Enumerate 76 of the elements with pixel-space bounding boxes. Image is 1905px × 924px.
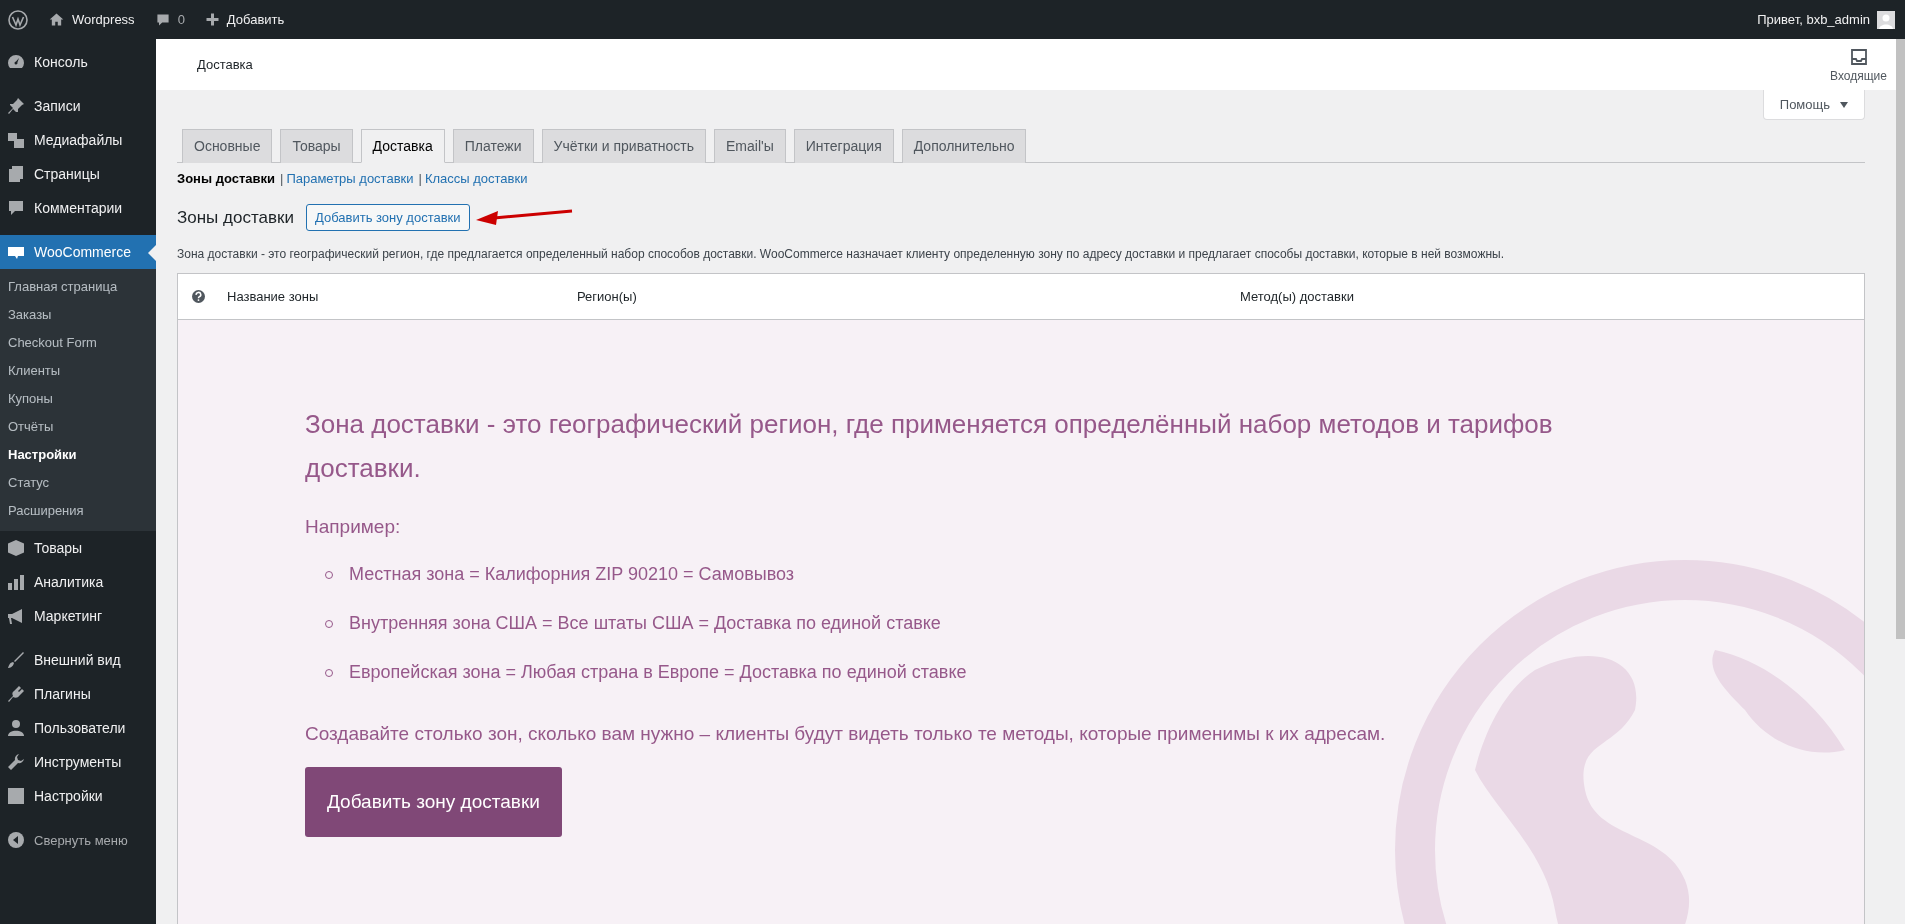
sidebar-item[interactable]: Записи: [0, 89, 156, 123]
media-icon: [6, 130, 26, 150]
column-header: Метод(ы) доставки: [1240, 289, 1354, 304]
sidebar-item[interactable]: Комментарии: [0, 191, 156, 225]
settings-tab[interactable]: Учётки и приватность: [541, 129, 707, 163]
wordpress-logo-icon[interactable]: [8, 9, 28, 30]
avatar-icon: [1877, 10, 1895, 29]
settings-tab[interactable]: Платежи: [452, 129, 534, 163]
sidebar-item[interactable]: Настройки: [0, 779, 156, 813]
subnav-link[interactable]: Параметры доставки: [286, 171, 414, 186]
settings-tab[interactable]: Доставка: [360, 129, 445, 163]
sidebar-item[interactable]: Плагины: [0, 677, 156, 711]
submenu-item[interactable]: Расширения: [0, 497, 156, 525]
plus-icon: [204, 12, 220, 27]
inbox-tray-icon: [1848, 46, 1869, 67]
sidebar-item[interactable]: Аналитика: [0, 565, 156, 599]
submenu-item[interactable]: Статус: [0, 469, 156, 497]
inbox-button[interactable]: Входящие: [1830, 46, 1887, 83]
separator-text: |: [418, 171, 422, 186]
speech-bubble-icon: [154, 11, 171, 28]
section-description: Зона доставки - это географический регион, где предлагается определенный набор способов доставки. WooCommerce назначает клиенту определенную зону по адресу доставки и предлагает способы доставки, которые в ней возможны.: [177, 247, 1506, 261]
collapse-menu-button[interactable]: Свернуть меню: [0, 823, 156, 857]
example-item: Местная зона = Калифорния ZIP 90210 = Самовывоз: [349, 564, 795, 585]
subnav-link[interactable]: Классы доставки: [424, 171, 528, 186]
page-title: Доставка: [197, 57, 253, 72]
plug-icon: [6, 684, 26, 704]
example-item: Внутренняя зона США = Все штаты США = Доставка по единой ставке: [349, 613, 941, 634]
help-button[interactable]: Помощь: [1762, 90, 1865, 120]
sidebar-item[interactable]: Внешний вид: [0, 643, 156, 677]
submenu-item[interactable]: Заказы: [0, 301, 156, 329]
bar-chart-icon: [6, 572, 26, 592]
sidebar-item[interactable]: Страницы: [0, 157, 156, 191]
column-header: Название зоны: [227, 289, 320, 304]
empty-state-title: Зона доставки - это географический регион, где применяется определённый набор методов и тарифов доставки.: [305, 408, 1554, 485]
submenu-item[interactable]: Настройки: [0, 441, 156, 469]
empty-state-note: Создавайте столько зон, сколько вам нужно – клиенты будут видеть только те методы, которые применимы к их адресам.: [305, 723, 1387, 745]
example-item: Европейская зона = Любая страна в Европе = Доставка по единой ставке: [349, 662, 967, 683]
settings-tab[interactable]: Основные: [182, 129, 273, 163]
user-icon: [6, 718, 26, 738]
subnav-link[interactable]: Зоны доставки: [177, 171, 275, 186]
settings-tab[interactable]: Товары: [280, 129, 353, 163]
submenu-item[interactable]: Checkout Form: [0, 329, 156, 357]
speech-bubble-icon: [6, 198, 26, 218]
sidebar-item[interactable]: Маркетинг: [0, 599, 156, 633]
section-title: Зоны доставки: [177, 207, 294, 228]
box-icon: [6, 538, 26, 558]
home-icon: [48, 11, 65, 28]
submenu-item[interactable]: Купоны: [0, 385, 156, 413]
scrollbar[interactable]: [1896, 39, 1905, 639]
dropdown-triangle-icon: [1840, 101, 1848, 108]
sidebar-item[interactable]: Товары: [0, 531, 156, 565]
example-label: Например:: [305, 516, 402, 538]
wrench-icon: [6, 752, 26, 772]
comments-link[interactable]: 0: [154, 11, 185, 28]
settings-tab[interactable]: Email'ы: [714, 129, 786, 163]
submenu-item[interactable]: Главная страница: [0, 273, 156, 301]
sidebar-item[interactable]: Консоль: [0, 45, 156, 79]
new-content-link[interactable]: Добавить: [204, 12, 285, 27]
settings-tab[interactable]: Дополнительно: [901, 129, 1027, 163]
add-zone-button[interactable]: Добавить зону доставки: [305, 204, 470, 231]
sidebar-item[interactable]: Инструменты: [0, 745, 156, 779]
separator-text: |: [280, 171, 284, 186]
account-link[interactable]: Привет, bxb_admin: [1757, 10, 1895, 29]
submenu-item[interactable]: Отчёты: [0, 413, 156, 441]
column-header: Регион(ы): [577, 289, 638, 304]
sidebar-item[interactable]: Пользователи: [0, 711, 156, 745]
submenu-item[interactable]: Клиенты: [0, 357, 156, 385]
add-zone-primary-button[interactable]: Добавить зону доставки: [305, 767, 562, 837]
sidebar-item[interactable]: WooCommerce: [0, 235, 156, 269]
pushpin-icon: [6, 96, 26, 116]
settings-tab[interactable]: Интеграция: [793, 129, 894, 163]
site-link[interactable]: Wordpress: [48, 11, 135, 28]
help-icon[interactable]: [192, 290, 205, 303]
pages-icon: [6, 164, 26, 184]
paintbrush-icon: [6, 650, 26, 670]
sidebar-item[interactable]: Медиафайлы: [0, 123, 156, 157]
